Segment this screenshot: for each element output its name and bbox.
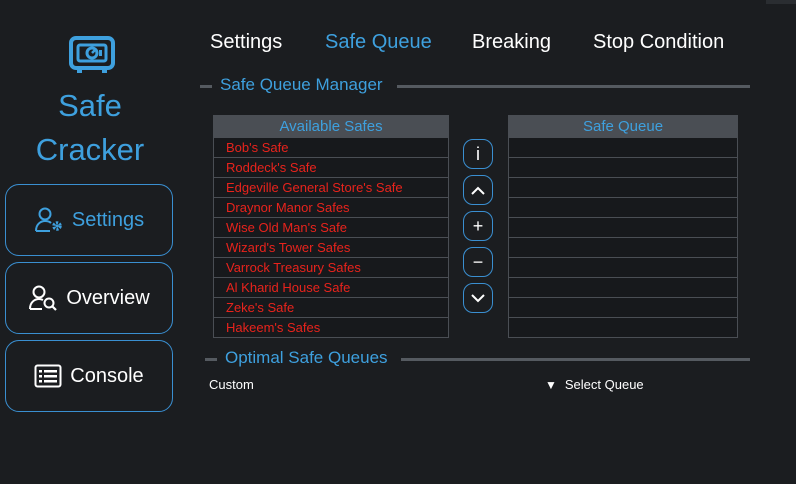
- tab-settings[interactable]: Settings: [210, 31, 282, 54]
- available-safes-list: Available Safes Bob's Safe Roddeck's Safe…: [213, 115, 449, 338]
- list-item[interactable]: Roddeck's Safe: [214, 158, 448, 178]
- list-item[interactable]: [509, 298, 737, 318]
- app-title-line1: Safe: [58, 88, 122, 123]
- user-search-icon: [29, 285, 58, 311]
- triangle-down-icon: ▼: [545, 378, 557, 392]
- app-title-line2: Cracker: [35, 132, 145, 167]
- section-title: Optimal Safe Queues: [225, 348, 388, 367]
- plus-icon: +: [472, 216, 484, 236]
- list-item[interactable]: [509, 158, 737, 178]
- tab-safe-queue[interactable]: Safe Queue: [325, 31, 432, 54]
- select-queue-dropdown[interactable]: ▼ Select Queue: [545, 377, 644, 393]
- list-item[interactable]: [509, 238, 737, 258]
- list-item[interactable]: Edgeville General Store's Safe: [214, 178, 448, 198]
- list-item[interactable]: [509, 278, 737, 298]
- list-item[interactable]: [509, 258, 737, 278]
- list-item[interactable]: Varrock Treasury Safes: [214, 258, 448, 278]
- info-icon: i: [476, 144, 480, 164]
- add-button[interactable]: +: [463, 211, 493, 241]
- sidebar-item-overview[interactable]: Overview: [5, 262, 173, 334]
- move-down-button[interactable]: [463, 283, 493, 313]
- list-item[interactable]: Zeke's Safe: [214, 298, 448, 318]
- list-item[interactable]: Draynor Manor Safes: [214, 198, 448, 218]
- divider: [397, 85, 750, 88]
- move-up-button[interactable]: [463, 175, 493, 205]
- custom-label: Custom: [209, 377, 254, 392]
- sidebar-item-label: Settings: [71, 208, 145, 231]
- sidebar-item-console[interactable]: Console: [5, 340, 173, 412]
- list-item[interactable]: [509, 178, 737, 198]
- list-item[interactable]: Wise Old Man's Safe: [214, 218, 448, 238]
- tab-stop-condition[interactable]: Stop Condition: [593, 31, 724, 54]
- available-safes-header: Available Safes: [214, 116, 448, 138]
- safe-queue-manager-header: Safe Queue Manager: [200, 75, 750, 95]
- list-icon: [34, 364, 62, 388]
- list-item[interactable]: Hakeem's Safes: [214, 318, 448, 338]
- tab-breaking[interactable]: Breaking: [472, 31, 551, 54]
- window-corner: [766, 0, 796, 4]
- chevron-down-icon: [471, 293, 485, 302]
- user-gear-icon: [34, 207, 62, 232]
- divider: [200, 85, 212, 88]
- divider: [205, 358, 217, 361]
- chevron-up-icon: [471, 186, 485, 195]
- remove-button[interactable]: −: [463, 247, 493, 277]
- sidebar-item-settings[interactable]: Settings: [5, 184, 173, 256]
- info-button[interactable]: i: [463, 139, 493, 169]
- list-item[interactable]: [509, 318, 737, 338]
- list-item[interactable]: Bob's Safe: [214, 138, 448, 158]
- sidebar-item-label: Overview: [66, 286, 150, 309]
- list-item[interactable]: Al Kharid House Safe: [214, 278, 448, 298]
- safe-queue-header: Safe Queue: [509, 116, 737, 138]
- safe-queue-list: Safe Queue: [508, 115, 738, 338]
- section-title: Safe Queue Manager: [220, 75, 383, 94]
- divider: [401, 358, 750, 361]
- list-item[interactable]: Wizard's Tower Safes: [214, 238, 448, 258]
- safe-logo-icon: [69, 36, 115, 73]
- minus-icon: −: [472, 252, 484, 272]
- list-item[interactable]: [509, 138, 737, 158]
- optimal-queues-header: Optimal Safe Queues: [205, 348, 750, 368]
- sidebar-item-label: Console: [70, 364, 144, 387]
- list-item[interactable]: [509, 198, 737, 218]
- sidebar: Safe Cracker Settings Overview Console: [0, 0, 190, 484]
- list-item[interactable]: [509, 218, 737, 238]
- select-queue-label: Select Queue: [564, 377, 644, 392]
